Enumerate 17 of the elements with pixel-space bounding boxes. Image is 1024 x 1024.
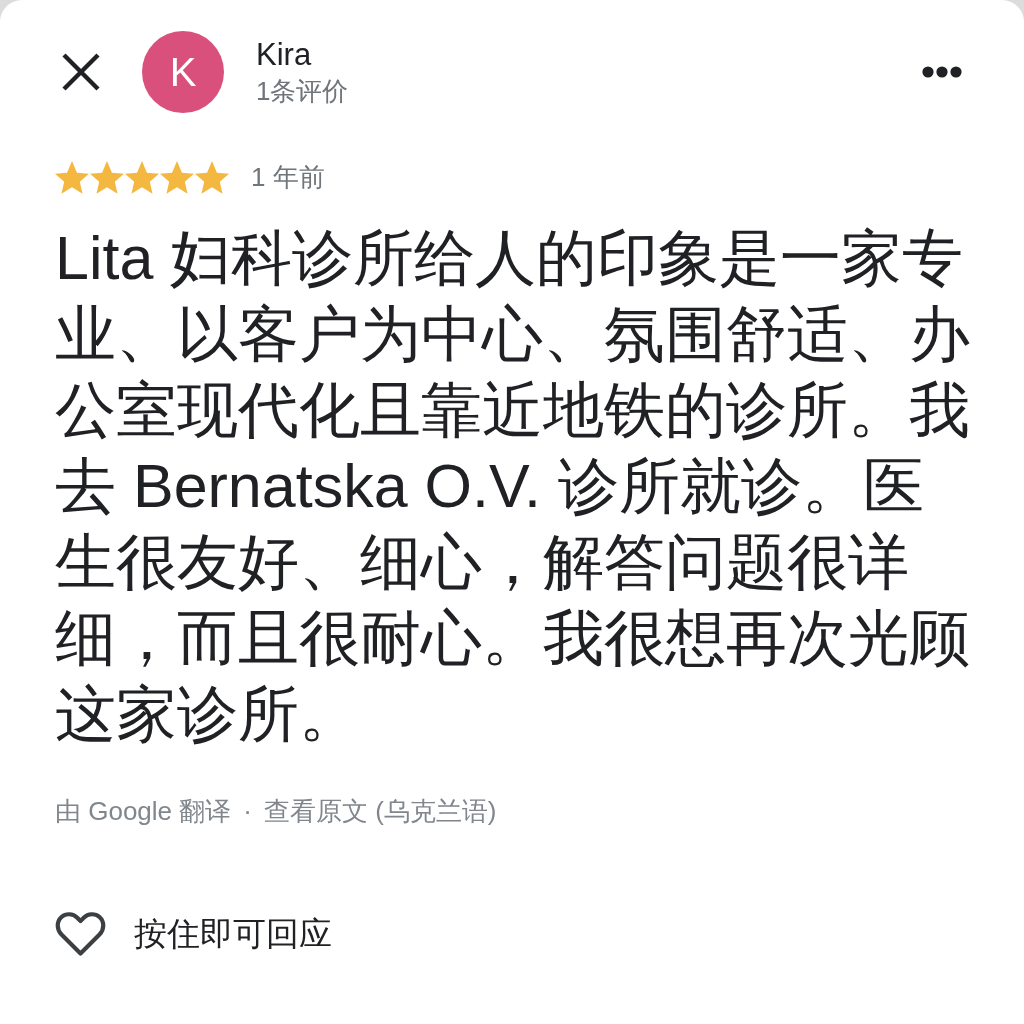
dot-separator: · bbox=[243, 795, 252, 828]
review-text: Lita 妇科诊所给人的印象是一家专业、以客户为中心、氛围舒适、办公室现代化且靠近地铁的诊所。我去 Bernatska O.V. 诊所就诊。医生很友好、细心，解答问题很详细，而且很耐心。我很想再次光顾这家诊所。 bbox=[55, 223, 971, 750]
star-icon bbox=[195, 160, 229, 194]
star-icon bbox=[90, 160, 124, 194]
review-count: 1条评价 bbox=[256, 75, 349, 108]
review-time: 1 年前 bbox=[251, 161, 325, 194]
heart-icon[interactable] bbox=[55, 911, 106, 957]
close-icon[interactable] bbox=[62, 53, 100, 91]
reaction-hint: 按住即可回应 bbox=[134, 914, 332, 954]
translated-by-note: 由 Google 翻译 bbox=[55, 795, 232, 828]
star-icon bbox=[55, 160, 89, 194]
star-icon bbox=[160, 160, 194, 194]
more-options-icon[interactable] bbox=[922, 66, 962, 78]
avatar: K bbox=[142, 31, 224, 113]
star-icon bbox=[125, 160, 159, 194]
reviewer-name[interactable]: Kira bbox=[256, 36, 312, 74]
view-original-link[interactable]: 查看原文 (乌克兰语) bbox=[263, 794, 497, 828]
